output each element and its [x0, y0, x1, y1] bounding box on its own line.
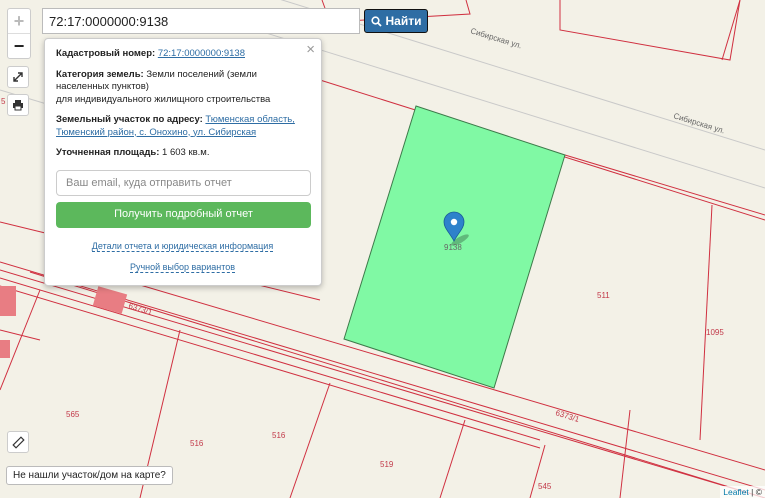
address-link-line-2[interactable]: Тюменский район, с. Онохино, ул. Сибирск… — [56, 127, 256, 138]
map-attribution: Leaflet | © — [720, 486, 765, 498]
printer-icon — [13, 100, 23, 111]
parcel-label-516-b: 516 — [272, 431, 286, 440]
address-label: Земельный участок по адресу: — [56, 114, 203, 125]
zoom-out-button[interactable]: − — [8, 34, 30, 58]
land-category-line-1: Земли поселений (земли — [146, 68, 257, 80]
measure-button[interactable] — [7, 431, 29, 453]
cadastral-number-row: Кадастровый номер: 72:17:0000000:9138 — [56, 48, 309, 61]
search-button-label: Найти — [385, 14, 422, 28]
parcel-label-5: 5 — [1, 97, 6, 106]
area-value: 1 603 кв.м. — [162, 147, 210, 158]
parcel-label-511: 511 — [597, 291, 610, 300]
zoom-control: + − — [7, 8, 31, 59]
land-category-line-3: для индивидуального жилищного строительс… — [56, 93, 271, 105]
area-label: Уточненная площадь: — [56, 147, 160, 158]
parcel-label-1095: 1095 — [706, 328, 724, 337]
zoom-in-button[interactable]: + — [8, 9, 30, 34]
search-icon — [370, 15, 382, 27]
area-row: Уточненная площадь: 1 603 кв.м. — [56, 147, 309, 160]
parcel-info-popup: × Кадастровый номер: 72:17:0000000:9138 … — [44, 38, 322, 286]
popup-close-icon[interactable]: × — [306, 42, 315, 57]
cadastral-number-link[interactable]: 72:17:0000000:9138 — [158, 48, 245, 59]
marker-label: 9138 — [444, 243, 462, 252]
cadastral-number-label: Кадастровый номер: — [56, 48, 156, 59]
details-link-wrap: Детали отчета и юридическая информация — [56, 240, 309, 253]
not-found-button[interactable]: Не нашли участок/дом на карте? — [6, 466, 173, 485]
ruler-icon — [11, 435, 25, 449]
cadastral-search-input[interactable] — [42, 8, 360, 34]
parcel-label-565: 565 — [66, 410, 80, 419]
report-details-link[interactable]: Детали отчета и юридическая информация — [91, 240, 274, 252]
get-report-button[interactable]: Получить подробный отчет — [56, 201, 311, 228]
land-category-label: Категория земель: — [56, 68, 144, 80]
parcel-label-519: 519 — [380, 460, 394, 469]
leaflet-link[interactable]: Leaflet — [723, 487, 749, 497]
manual-selection-link[interactable]: Ручной выбор вариантов — [129, 262, 236, 273]
parcel-label-516: 516 — [190, 439, 204, 448]
land-category-line-2: населенных пунктов) — [56, 81, 149, 92]
email-input[interactable] — [56, 169, 311, 196]
address-row: Земельный участок по адресу: Тюменская о… — [56, 114, 309, 139]
attribution-text: | © — [748, 487, 762, 497]
expand-icon — [13, 72, 23, 82]
print-button[interactable] — [7, 94, 29, 116]
search-button[interactable]: Найти — [364, 9, 428, 33]
land-category-row: Категория земель: Земли поселений (земли… — [56, 69, 309, 107]
address-link-line-1[interactable]: Тюменская область, — [205, 114, 294, 125]
fullscreen-button[interactable] — [7, 66, 29, 88]
parcel-label-545: 545 — [538, 482, 552, 491]
manual-link-wrap: Ручной выбор вариантов — [56, 261, 309, 274]
